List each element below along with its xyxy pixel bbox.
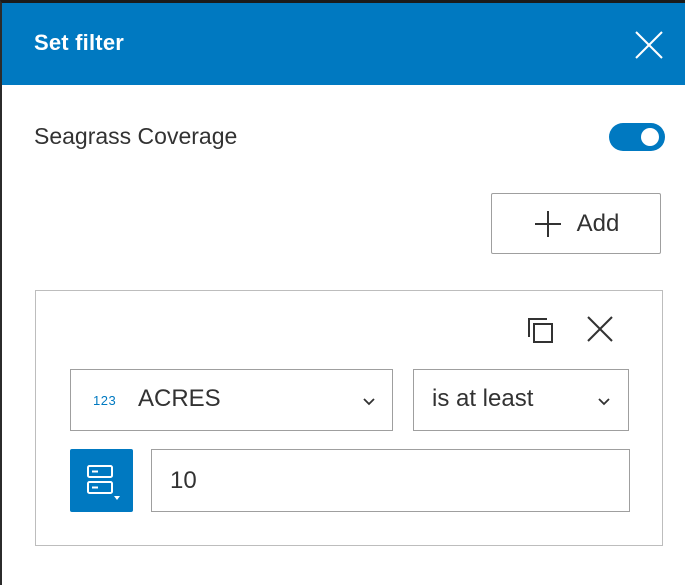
value-mode-button[interactable]: [70, 449, 133, 512]
close-icon: [587, 316, 613, 342]
panel-header: Set filter: [2, 3, 685, 85]
add-expression-button[interactable]: Add: [491, 193, 661, 254]
duplicate-expression-button[interactable]: [523, 313, 557, 347]
set-filter-panel: Set filter Seagrass Coverage Add 123 ACR…: [0, 0, 685, 585]
layer-row: Seagrass Coverage: [34, 119, 665, 155]
operator-label: is at least: [432, 385, 534, 412]
plus-icon: [534, 210, 561, 237]
copy-icon: [528, 318, 553, 343]
expression-card: 123 ACRES is at least: [35, 290, 663, 546]
panel-title: Set filter: [34, 30, 125, 55]
list-mode-icon: [87, 465, 120, 500]
field-name: ACRES: [138, 385, 221, 412]
chevron-down-icon: [363, 398, 375, 406]
add-button-label: Add: [576, 209, 620, 237]
layer-name: Seagrass Coverage: [34, 123, 238, 149]
layer-filter-toggle[interactable]: [609, 123, 665, 151]
operator-select[interactable]: is at least: [413, 369, 629, 431]
remove-expression-button[interactable]: [582, 311, 618, 347]
close-button[interactable]: [633, 29, 665, 61]
chevron-down-icon: [598, 398, 610, 406]
close-icon: [635, 31, 663, 59]
field-select[interactable]: 123 ACRES: [70, 369, 393, 431]
filter-value-input[interactable]: [151, 449, 630, 512]
field-type-badge: 123: [93, 393, 117, 408]
toggle-knob: [641, 128, 659, 146]
